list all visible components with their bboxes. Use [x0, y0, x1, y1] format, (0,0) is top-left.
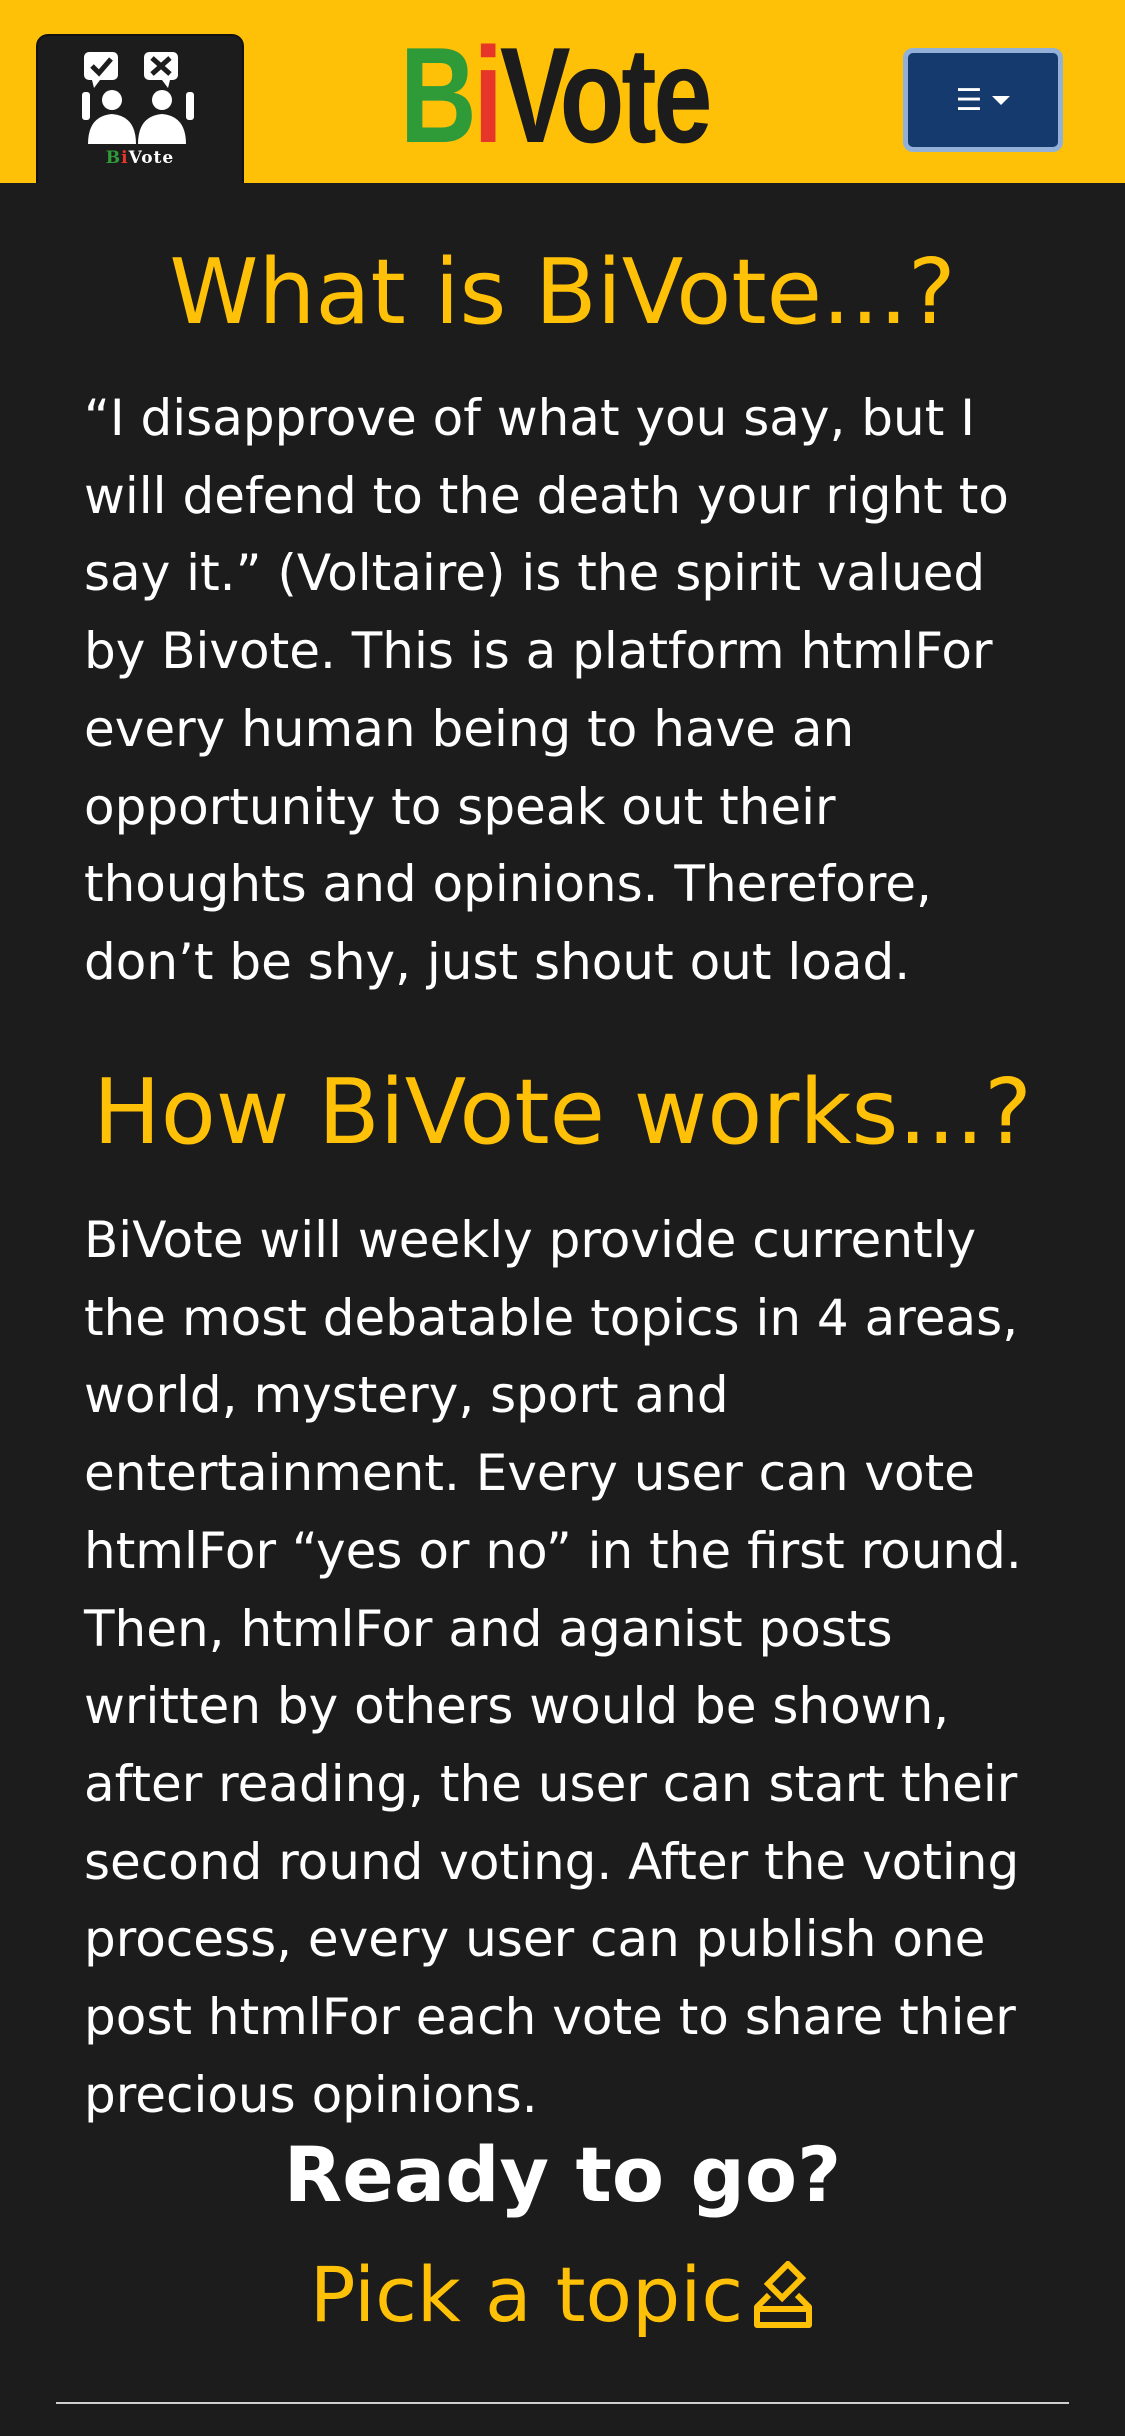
menu-toggle-button[interactable]: ☰	[903, 48, 1063, 152]
ballot-box-icon	[754, 2260, 813, 2328]
pick-topic-label: Pick a topic	[309, 2250, 744, 2339]
footer-divider	[56, 2402, 1069, 2404]
about-body: “I disapprove of what you say, but I wil…	[84, 389, 1009, 991]
brand-letter-i: i	[473, 19, 502, 171]
logo-mini-text: BiVote	[105, 148, 175, 168]
caret-down-icon	[992, 95, 1011, 105]
voters-logo-icon	[82, 52, 194, 144]
top-navbar: BiVote BiVote ☰	[0, 0, 1125, 183]
pick-topic-link[interactable]: Pick a topic	[0, 2250, 1125, 2339]
site-logo[interactable]: BiVote	[36, 34, 244, 183]
how-body: BiVote will weekly provide currently the…	[84, 1211, 1022, 2124]
brand-letter-b: B	[400, 19, 477, 171]
brand-word-vote: Vote	[499, 19, 713, 171]
how-title: How BiVote works...?	[93, 1060, 1032, 1165]
hamburger-icon: ☰	[955, 83, 983, 117]
ready-heading: Ready to go?	[283, 2130, 842, 2219]
brand-wordmark[interactable]: BiVote	[400, 27, 712, 163]
about-title: What is BiVote...?	[169, 240, 956, 345]
